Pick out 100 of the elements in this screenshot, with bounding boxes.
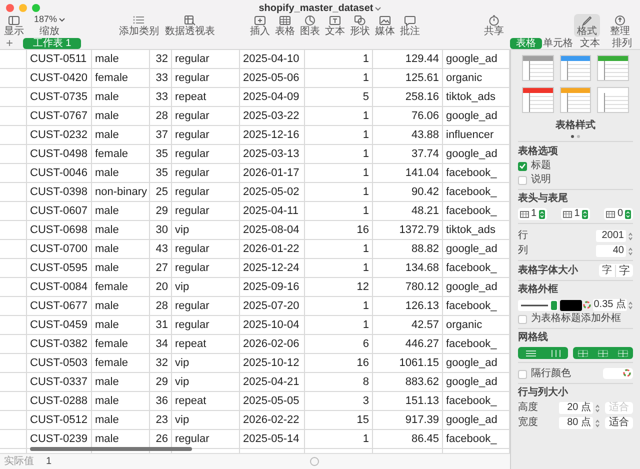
close-window-button[interactable]	[6, 4, 14, 12]
table-cell-text: 34	[156, 336, 168, 352]
toolbar-button[interactable]: 表格	[275, 14, 296, 37]
table-cell-text: 23	[156, 412, 168, 428]
table-cell-text: 36	[156, 394, 168, 409]
vertical-gridlines-icon[interactable]	[550, 350, 560, 356]
stepper-arrows-icon[interactable]	[628, 232, 633, 240]
table-rows-icon[interactable]	[520, 210, 529, 218]
fit-button[interactable]: 适合	[605, 417, 633, 429]
table-cell-text: male	[95, 260, 119, 276]
table-cell-text: regular	[175, 242, 210, 257]
header-stepper[interactable]: 1	[518, 208, 547, 220]
horizontal-gridlines-icon[interactable]	[526, 350, 536, 356]
table-style-thumbnail[interactable]	[522, 55, 554, 81]
sheet-tab[interactable]: 工作表 1	[23, 38, 82, 48]
table-cell-text: 2025-12-24	[243, 260, 300, 276]
table-style-thumbnail[interactable]	[522, 87, 554, 113]
gridline-button-group[interactable]	[573, 347, 633, 359]
table-style-thumbnail[interactable]	[597, 55, 629, 81]
stepper-arrows-icon[interactable]	[628, 300, 633, 310]
checkbox[interactable]	[518, 370, 527, 378]
toolbar-button[interactable]: 格式	[574, 14, 600, 37]
gridline-button-group[interactable]	[518, 347, 568, 359]
table-icon[interactable]	[279, 14, 292, 26]
toolbar-button[interactable]: 插入	[250, 14, 270, 37]
horizontal-scrollbar[interactable]	[30, 447, 192, 451]
grid-icon[interactable]	[598, 350, 608, 356]
toolbar-button[interactable]: 187% 缩放	[34, 14, 66, 37]
smaller-font-button[interactable]: 字	[599, 264, 615, 276]
table-cell-text: 1	[362, 432, 369, 447]
add-sheet-button[interactable]: +	[6, 37, 14, 49]
header-stepper[interactable]: 1	[561, 208, 590, 220]
panel-tab[interactable]: 表格	[510, 38, 542, 48]
table-rows-icon[interactable]	[563, 210, 572, 218]
number-field[interactable]: 2001	[596, 230, 626, 242]
toolbar-button[interactable]: 批注	[400, 14, 420, 37]
timer-icon[interactable]	[488, 14, 500, 26]
pivot-table-icon[interactable]	[184, 14, 196, 26]
panel-tab[interactable]: 文本	[574, 38, 606, 48]
color-well[interactable]	[603, 368, 633, 378]
toolbar-button[interactable]: 数据透视表	[165, 14, 216, 37]
toolbar-button[interactable]: 形状	[350, 14, 370, 37]
table-cell-text: 2025-05-06	[243, 70, 300, 86]
speech-bubble-icon[interactable]	[404, 14, 416, 26]
table-cell-text: 141.04	[405, 166, 439, 181]
table-cell-text: 2025-07-20	[243, 298, 300, 314]
line-style-dropdown[interactable]	[518, 300, 558, 310]
table-cell-text: 2025-04-21	[243, 374, 300, 390]
zoom-window-button[interactable]	[32, 4, 40, 12]
grid-icon[interactable]	[578, 350, 588, 356]
toolbar-button[interactable]: 添加类别	[119, 14, 160, 37]
image-icon[interactable]	[379, 14, 392, 26]
text-box-icon[interactable]	[329, 14, 342, 26]
chevron-down-icon[interactable]	[375, 6, 382, 10]
grid-icon[interactable]	[618, 350, 628, 356]
table-rows-icon[interactable]	[606, 210, 616, 218]
table-cell-text: 1	[362, 52, 369, 67]
number-field[interactable]: 80 点	[559, 417, 593, 429]
color-swatch[interactable]	[560, 300, 582, 310]
table-cell-text: 780.12	[405, 280, 439, 295]
plus-box-icon[interactable]	[254, 14, 266, 26]
table-cell-text: 2025-10-04	[243, 318, 300, 333]
table-cell-text: regular	[175, 146, 210, 162]
table-cell-text: male	[95, 318, 119, 333]
stepper-arrows-icon[interactable]	[628, 246, 633, 256]
checkbox[interactable]	[518, 176, 527, 184]
checkbox[interactable]	[518, 314, 527, 324]
table-style-thumbnail[interactable]	[560, 55, 592, 81]
table-style-thumbnail[interactable]	[560, 87, 592, 113]
stepper-arrows-icon[interactable]	[595, 418, 600, 428]
stepper-arrows-icon[interactable]	[595, 404, 600, 412]
toolbar-button[interactable]: 整理	[610, 14, 630, 37]
table-style-thumbnail[interactable]	[597, 87, 629, 113]
table-cell-text: male	[95, 166, 119, 181]
toolbar-button[interactable]: 文本	[325, 14, 346, 37]
pie-chart-icon[interactable]	[304, 14, 316, 26]
table-cell-text: 20	[156, 280, 168, 295]
larger-font-button[interactable]: 字	[615, 264, 633, 276]
checkbox[interactable]	[518, 162, 527, 170]
toolbar-button[interactable]: 媒体	[375, 14, 396, 37]
color-wheel-icon[interactable]	[623, 369, 631, 377]
table-cell-text: CUST-0767	[30, 108, 88, 124]
table-cell-text: repeat	[175, 336, 206, 352]
toolbar-button[interactable]: 图表	[300, 14, 320, 37]
number-field[interactable]: 40	[596, 245, 626, 257]
header-stepper[interactable]: 0	[604, 208, 633, 220]
table-cell-text: 35	[156, 146, 168, 162]
toolbar-button[interactable]: 共享	[484, 14, 504, 37]
panel-tab[interactable]: 单元格	[542, 38, 574, 48]
toolbar-button[interactable]: 显示	[4, 14, 24, 37]
color-wheel-icon[interactable]	[582, 301, 591, 309]
chevron-down-icon[interactable]	[59, 18, 66, 22]
list-icon[interactable]	[133, 14, 146, 26]
shapes-icon[interactable]	[354, 14, 366, 26]
table-cell-text: 1	[362, 70, 369, 86]
panel-tab[interactable]: 排列	[606, 38, 638, 48]
number-field[interactable]: 0.35 点	[592, 299, 627, 311]
table-cell-text: 134.68	[405, 260, 439, 276]
circle-icon[interactable]	[310, 457, 319, 466]
sidebar-icon[interactable]	[8, 14, 20, 26]
